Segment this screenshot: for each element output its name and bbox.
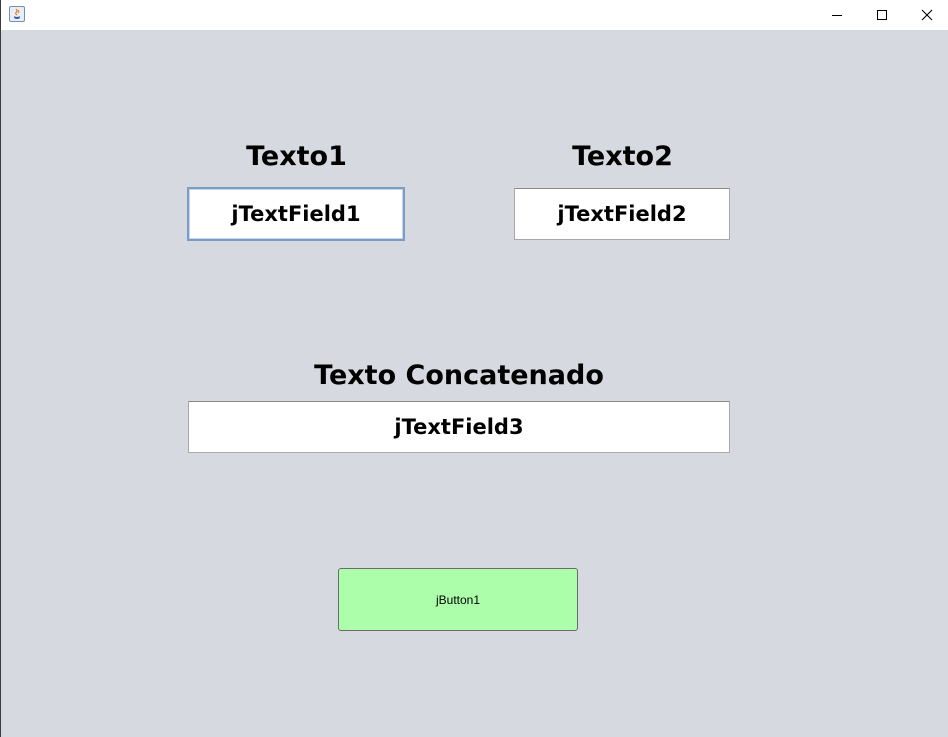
- label-texto2: Texto2: [572, 141, 673, 172]
- label-texto-concatenado: Texto Concatenado: [314, 360, 604, 391]
- minimize-button[interactable]: [814, 0, 860, 30]
- maximize-button[interactable]: [859, 0, 905, 30]
- label-texto1: Texto1: [246, 141, 347, 172]
- title-bar[interactable]: [1, 0, 948, 30]
- text-field-concatenated[interactable]: [188, 401, 730, 453]
- app-window: Texto1 Texto2 Texto Concatenado jButton1: [0, 0, 948, 737]
- text-field-1[interactable]: [187, 187, 405, 241]
- text-field-2[interactable]: [514, 188, 730, 240]
- close-button[interactable]: [904, 0, 948, 30]
- java-app-icon[interactable]: [9, 6, 25, 22]
- minimize-icon: [831, 6, 843, 25]
- concatenate-button[interactable]: jButton1: [338, 568, 578, 631]
- close-icon: [921, 6, 933, 25]
- maximize-icon: [876, 6, 888, 25]
